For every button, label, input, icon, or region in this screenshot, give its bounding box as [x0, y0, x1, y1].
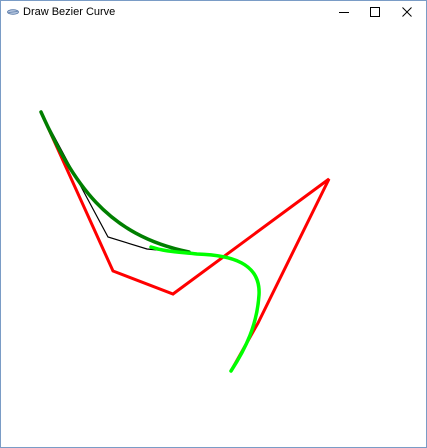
bezier-curve	[149, 245, 261, 373]
construction-line	[40, 111, 190, 254]
minimize-icon	[339, 12, 349, 13]
minimize-button[interactable]	[329, 1, 359, 23]
feather-pen-icon	[7, 9, 19, 15]
bezier-curve-dark	[39, 110, 191, 254]
title-bar[interactable]: Draw Bezier Curve	[1, 1, 426, 23]
control-polygon-left	[39, 111, 331, 372]
app-window: Draw Bezier Curve	[0, 0, 427, 448]
bezier-drawing	[39, 110, 331, 373]
maximize-button[interactable]	[360, 1, 390, 23]
maximize-icon	[370, 7, 380, 17]
close-icon	[402, 7, 412, 17]
window-title: Draw Bezier Curve	[23, 6, 116, 18]
drawing-canvas[interactable]	[1, 23, 426, 447]
close-button[interactable]	[392, 1, 422, 23]
